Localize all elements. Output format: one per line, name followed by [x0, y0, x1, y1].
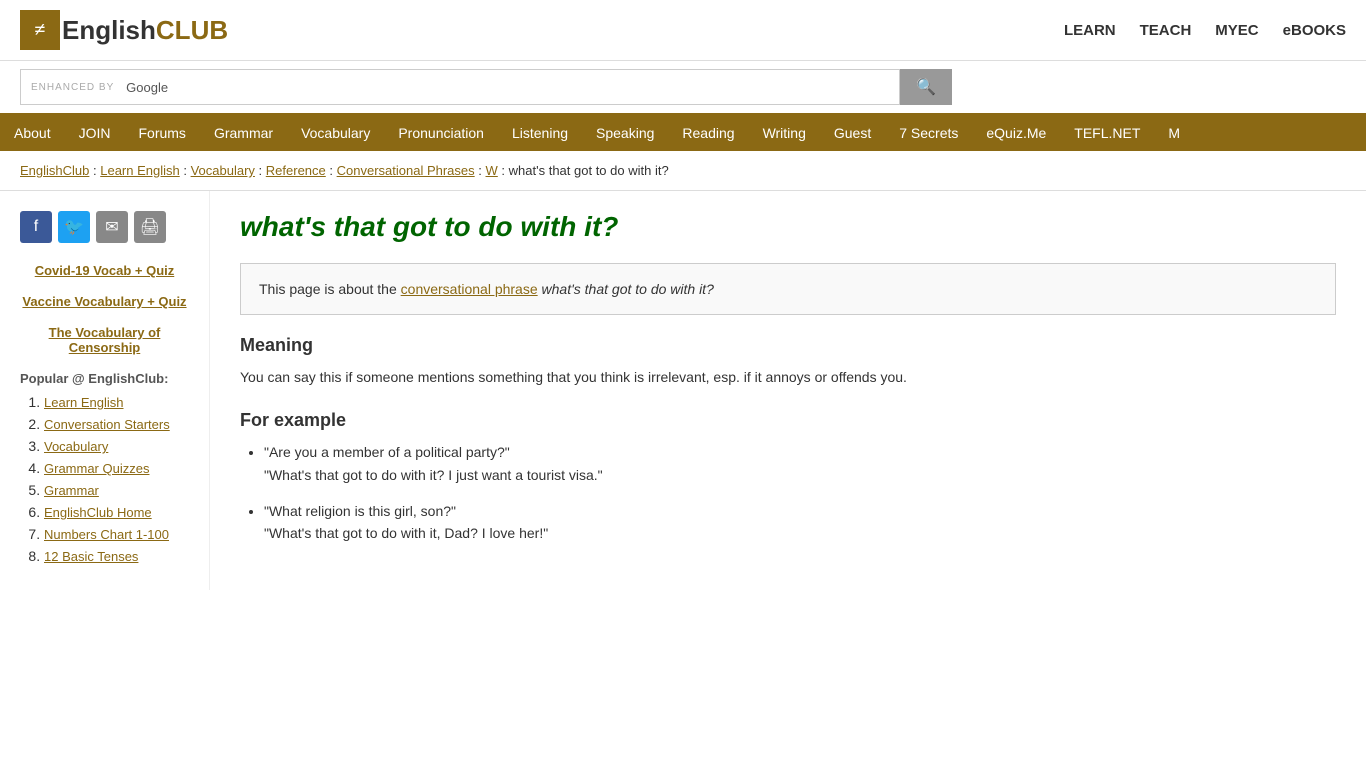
- nav-more: M: [1154, 115, 1194, 151]
- nav-writing[interactable]: Writing: [749, 115, 820, 151]
- nav-grammar[interactable]: Grammar: [200, 115, 287, 151]
- breadcrumb-reference[interactable]: Reference: [266, 163, 326, 178]
- nav-join[interactable]: JOIN: [65, 115, 125, 151]
- breadcrumb-conversational-phrases[interactable]: Conversational Phrases: [337, 163, 475, 178]
- nav-vocabulary[interactable]: Vocabulary: [287, 115, 384, 151]
- nav-pronunciation[interactable]: Pronunciation: [384, 115, 498, 151]
- nav-teach[interactable]: TEACH: [1140, 22, 1192, 39]
- list-item: Conversation Starters: [44, 416, 189, 432]
- list-item: Grammar Quizzes: [44, 460, 189, 476]
- content: what's that got to do with it? This page…: [210, 191, 1366, 590]
- breadcrumb-sep2: :: [183, 163, 190, 178]
- twitter-icon[interactable]: 🐦: [58, 211, 90, 243]
- sidebar-link-censorship[interactable]: The Vocabulary of Censorship: [20, 325, 189, 355]
- nav-equizme[interactable]: eQuiz.Me: [972, 115, 1060, 151]
- breadcrumb-learn-english[interactable]: Learn English: [100, 163, 180, 178]
- popular-link-7[interactable]: 12 Basic Tenses: [44, 549, 138, 564]
- sidebar: f 🐦 ✉ 🖨 Covid-19 Vocab + Quiz Vaccine Vo…: [0, 191, 210, 590]
- search-bar: ENHANCED BY Google 🔍: [0, 61, 1366, 115]
- logo[interactable]: ≠ EnglishCLUB: [20, 10, 228, 50]
- google-label: Google: [126, 80, 168, 95]
- example-item-0: "Are you a member of a political party?"…: [264, 441, 1336, 486]
- popular-link-6[interactable]: Numbers Chart 1-100: [44, 527, 169, 542]
- for-example-title: For example: [240, 410, 1336, 431]
- breadcrumb-current: what's that got to do with it?: [509, 163, 669, 178]
- popular-list: Learn English Conversation Starters Voca…: [20, 394, 189, 564]
- header: ≠ EnglishCLUB LEARN TEACH MYEC eBOOKS: [0, 0, 1366, 61]
- sidebar-link-covid[interactable]: Covid-19 Vocab + Quiz: [20, 263, 189, 278]
- example-item-1: "What religion is this girl, son?" "What…: [264, 500, 1336, 545]
- popular-link-1[interactable]: Conversation Starters: [44, 417, 170, 432]
- logo-club-text: CLUB: [156, 15, 228, 46]
- main: f 🐦 ✉ 🖨 Covid-19 Vocab + Quiz Vaccine Vo…: [0, 191, 1366, 590]
- popular-link-2[interactable]: Vocabulary: [44, 439, 108, 454]
- list-item: Learn English: [44, 394, 189, 410]
- breadcrumb-sep5: :: [478, 163, 485, 178]
- print-icon[interactable]: 🖨: [134, 211, 166, 243]
- breadcrumb-sep3: :: [259, 163, 266, 178]
- navbar: About JOIN Forums Grammar Vocabulary Pro…: [0, 115, 1366, 151]
- nav-learn[interactable]: LEARN: [1064, 22, 1116, 39]
- social-icons: f 🐦 ✉ 🖨: [20, 211, 189, 243]
- logo-square: ≠: [20, 10, 60, 50]
- nav-forums[interactable]: Forums: [124, 115, 199, 151]
- breadcrumb-vocabulary[interactable]: Vocabulary: [191, 163, 255, 178]
- enhanced-by-label: ENHANCED BY: [31, 82, 114, 93]
- nav-guest[interactable]: Guest: [820, 115, 885, 151]
- meaning-text: You can say this if someone mentions som…: [240, 366, 1336, 390]
- logo-english-text: English: [62, 15, 156, 46]
- logo-h-icon: ≠: [35, 19, 46, 42]
- header-nav: LEARN TEACH MYEC eBOOKS: [1064, 22, 1346, 39]
- example-0-line1: "Are you a member of a political party?": [264, 444, 510, 460]
- phrase-title: what's that got to do with it?: [240, 211, 1336, 243]
- nav-teflnet[interactable]: TEFL.NET: [1060, 115, 1154, 151]
- popular-title: Popular @ EnglishClub:: [20, 371, 189, 386]
- list-item: Numbers Chart 1-100: [44, 526, 189, 542]
- intro-phrase-italic: what's that got to do with it?: [542, 281, 714, 297]
- nav-ebooks[interactable]: eBOOKS: [1283, 22, 1346, 39]
- nav-about[interactable]: About: [0, 115, 65, 151]
- email-icon[interactable]: ✉: [96, 211, 128, 243]
- list-item: Vocabulary: [44, 438, 189, 454]
- nav-speaking[interactable]: Speaking: [582, 115, 668, 151]
- popular-link-0[interactable]: Learn English: [44, 395, 124, 410]
- nav-reading[interactable]: Reading: [668, 115, 748, 151]
- nav-7secrets[interactable]: 7 Secrets: [885, 115, 972, 151]
- intro-text-before: This page is about the: [259, 281, 397, 297]
- example-1-line1: "What religion is this girl, son?": [264, 503, 456, 519]
- popular-link-4[interactable]: Grammar: [44, 483, 99, 498]
- popular-link-5[interactable]: EnglishClub Home: [44, 505, 152, 520]
- list-item: Grammar: [44, 482, 189, 498]
- breadcrumb: EnglishClub : Learn English : Vocabulary…: [0, 151, 1366, 191]
- example-1-line2: "What's that got to do with it, Dad? I l…: [264, 525, 548, 541]
- breadcrumb-englishclub[interactable]: EnglishClub: [20, 163, 89, 178]
- search-input-wrap: ENHANCED BY Google: [20, 69, 900, 105]
- conversational-phrase-link[interactable]: conversational phrase: [401, 281, 538, 297]
- search-input[interactable]: [186, 79, 889, 95]
- facebook-icon[interactable]: f: [20, 211, 52, 243]
- breadcrumb-w[interactable]: W: [486, 163, 498, 178]
- popular-link-3[interactable]: Grammar Quizzes: [44, 461, 149, 476]
- examples-list: "Are you a member of a political party?"…: [240, 441, 1336, 545]
- search-button[interactable]: 🔍: [900, 69, 952, 105]
- intro-box: This page is about the conversational ph…: [240, 263, 1336, 315]
- breadcrumb-sep4: :: [329, 163, 336, 178]
- nav-myec[interactable]: MYEC: [1215, 22, 1258, 39]
- nav-listening[interactable]: Listening: [498, 115, 582, 151]
- sidebar-link-vaccine[interactable]: Vaccine Vocabulary + Quiz: [20, 294, 189, 309]
- breadcrumb-sep6: :: [501, 163, 508, 178]
- list-item: 12 Basic Tenses: [44, 548, 189, 564]
- meaning-title: Meaning: [240, 335, 1336, 356]
- example-0-line2: "What's that got to do with it? I just w…: [264, 467, 603, 483]
- list-item: EnglishClub Home: [44, 504, 189, 520]
